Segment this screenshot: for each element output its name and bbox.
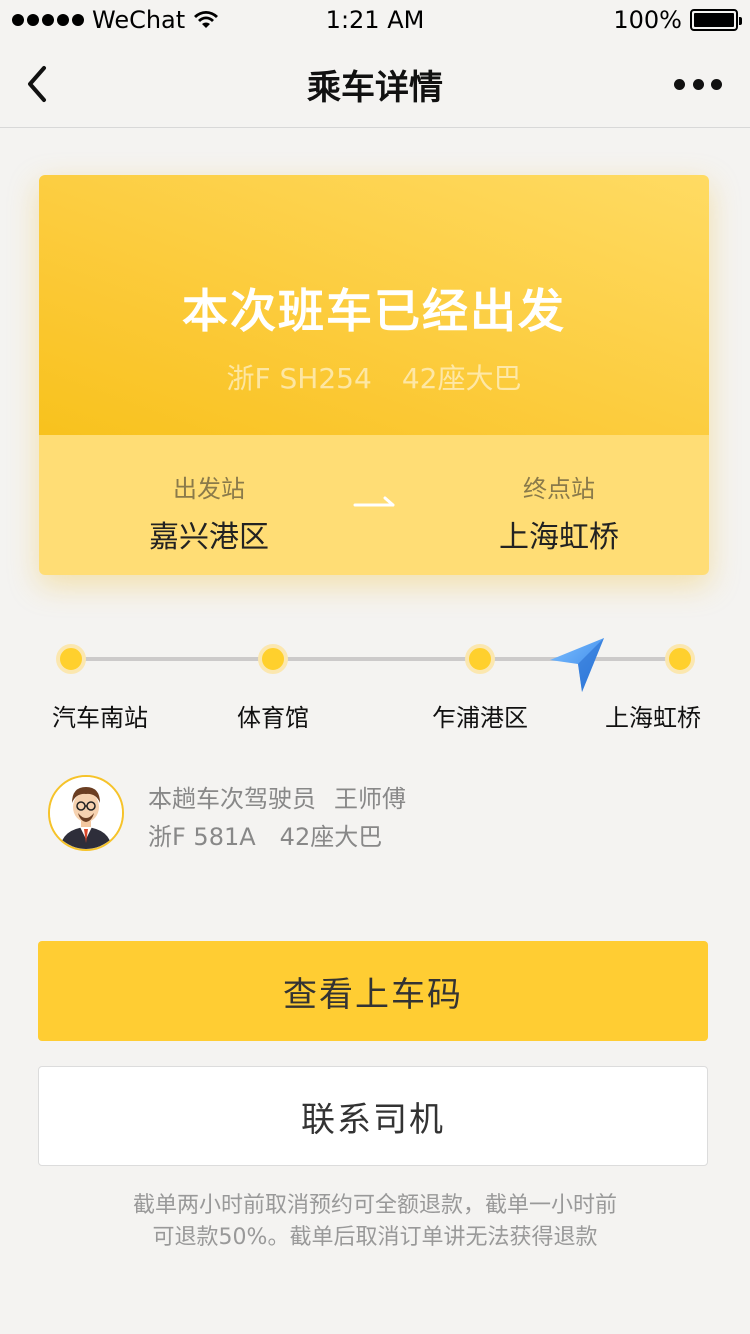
driver-avatar-icon <box>50 777 122 849</box>
trip-bus-type: 42座大巴 <box>401 362 522 395</box>
driver-bus-type: 42座大巴 <box>279 823 383 851</box>
trip-status-card: 本次班车已经出发 浙F SH254 42座大巴 出发站 嘉兴港区 终点站 上海虹… <box>39 175 709 575</box>
trip-plate: 浙F SH254 <box>226 362 372 395</box>
wifi-icon <box>194 11 219 28</box>
page-title: 乘车详情 <box>307 68 443 108</box>
more-button[interactable] <box>674 68 722 100</box>
terminal-station: 终点站 上海虹桥 <box>459 469 659 556</box>
card-header: 本次班车已经出发 浙F SH254 42座大巴 <box>39 175 709 435</box>
back-button[interactable] <box>16 60 56 108</box>
battery-percent: 100% <box>613 6 682 34</box>
terminal-name: 上海虹桥 <box>499 520 619 555</box>
status-bar: WeChat 1:21 AM 100% <box>0 0 750 40</box>
refund-notice-line1: 截单两小时前取消预约可全额退款，截单一小时前 <box>132 1193 617 1218</box>
card-stations: 出发站 嘉兴港区 终点站 上海虹桥 <box>39 435 709 575</box>
trip-status-headline: 本次班车已经出发 <box>182 284 566 338</box>
signal-icon <box>12 14 84 26</box>
status-right: 100% <box>613 6 742 34</box>
driver-name: 王师傅 <box>334 785 406 813</box>
stop-dot <box>665 644 695 674</box>
stop-label: 体育馆 <box>237 704 309 732</box>
status-left: WeChat <box>12 6 219 34</box>
driver-info: 本趟车次驾驶员 王师傅 浙F 581A 42座大巴 <box>48 775 708 855</box>
trip-vehicle-info: 浙F SH254 42座大巴 <box>39 357 709 397</box>
navigation-arrow-icon <box>550 638 604 692</box>
driver-role: 本趟车次驾驶员 <box>148 785 316 813</box>
view-boarding-code-button[interactable]: 查看上车码 <box>38 941 708 1041</box>
arrow-right-icon <box>353 496 395 507</box>
chevron-left-icon <box>28 66 46 102</box>
contact-driver-button[interactable]: 联系司机 <box>38 1066 708 1166</box>
driver-plate: 浙F 581A <box>148 823 256 851</box>
stop-label: 汽车南站 <box>52 704 148 732</box>
stop-label: 上海虹桥 <box>605 704 701 732</box>
stop-dot <box>56 644 86 674</box>
departure-station: 出发站 嘉兴港区 <box>109 469 309 556</box>
driver-vehicle-line: 浙F 581A 42座大巴 <box>148 817 382 852</box>
route-progress: 汽车南站 体育馆 乍浦港区 上海虹桥 <box>0 630 750 740</box>
stop-label: 乍浦港区 <box>432 704 528 732</box>
carrier-name: WeChat <box>92 6 186 34</box>
departure-name: 嘉兴港区 <box>149 520 269 555</box>
battery-icon <box>690 9 742 31</box>
refund-notice-line2: 可退款50%。截单后取消订单讲无法获得退款 <box>152 1225 598 1250</box>
departure-label: 出发站 <box>173 475 245 503</box>
nav-bar: 乘车详情 <box>0 40 750 128</box>
more-dots-icon <box>674 78 685 90</box>
refund-notice: 截单两小时前取消预约可全额退款，截单一小时前 可退款50%。截单后取消订单讲无法… <box>0 1190 750 1254</box>
driver-role-line: 本趟车次驾驶员 王师傅 <box>148 779 406 814</box>
stop-dot <box>465 644 495 674</box>
avatar <box>48 775 124 851</box>
stop-dot <box>258 644 288 674</box>
terminal-label: 终点站 <box>523 475 595 503</box>
